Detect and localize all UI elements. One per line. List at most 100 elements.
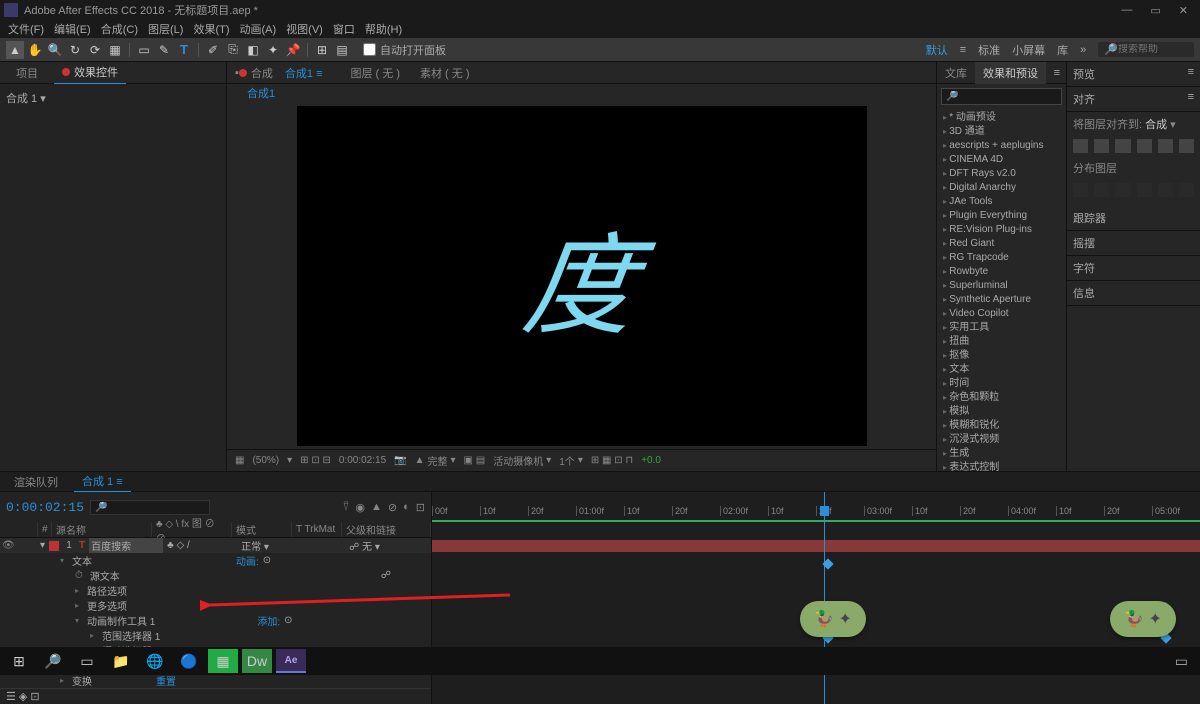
orbit-tool[interactable]: ↻ <box>66 41 84 59</box>
effect-category[interactable]: Red Giant <box>939 237 1064 251</box>
workspace-lib[interactable]: 库 <box>1057 42 1068 58</box>
menu-comp[interactable]: 合成(C) <box>97 20 142 38</box>
effect-category[interactable]: 扭曲 <box>939 335 1064 349</box>
taskview-button[interactable]: ▭ <box>72 649 102 673</box>
parent-dropdown[interactable]: 无 <box>362 542 372 553</box>
grid-tool[interactable]: ▤ <box>333 41 351 59</box>
selection-tool[interactable]: ▲ <box>6 41 24 59</box>
layer-name[interactable]: 百度搜索 <box>89 538 163 553</box>
maximize-button[interactable]: ▭ <box>1150 4 1160 17</box>
rotate-tool[interactable]: ⟳ <box>86 41 104 59</box>
tl-icon[interactable]: ⊘ <box>388 501 397 514</box>
current-timecode[interactable]: 0:00:02:15 <box>6 500 84 515</box>
menu-layer[interactable]: 图层(L) <box>144 20 187 38</box>
effect-category[interactable]: 模拟 <box>939 405 1064 419</box>
effect-category[interactable]: 表达式控制 <box>939 461 1064 471</box>
prop-path-options[interactable]: ▸路径选项 <box>0 583 431 598</box>
effect-category[interactable]: 文本 <box>939 363 1064 377</box>
workspace-default[interactable]: 默认 <box>926 42 948 58</box>
type-tool[interactable]: T <box>175 41 193 59</box>
character-panel-header[interactable]: 字符 <box>1073 260 1095 276</box>
preview-tab[interactable]: 预览 <box>1073 66 1095 82</box>
tl-icon[interactable]: ⊡ <box>416 501 425 514</box>
effect-controls-tab[interactable]: 效果控件 <box>54 61 126 85</box>
workspace-small[interactable]: 小屏幕 <box>1012 42 1045 58</box>
menu-help[interactable]: 帮助(H) <box>361 20 406 38</box>
camera-tool[interactable]: ▦ <box>106 41 124 59</box>
effect-category[interactable]: 抠像 <box>939 349 1064 363</box>
effect-category[interactable]: 3D 通道 <box>939 125 1064 139</box>
pen-tool[interactable]: ✎ <box>155 41 173 59</box>
app-icon[interactable]: ▦ <box>208 649 238 673</box>
app-icon[interactable]: 🔵 <box>174 649 204 673</box>
roto-tool[interactable]: ✦ <box>264 41 282 59</box>
comp-tab[interactable]: 合成1 ≡ <box>277 62 331 84</box>
panel-menu-icon[interactable]: ≡ <box>1054 67 1066 79</box>
prop-range-selector[interactable]: ▸范围选择器 1 <box>0 628 431 643</box>
layer-row[interactable]: 👁 ▾ 1 T 百度搜索 ♣ ◇ / 正常 ▾ ☍ 无 ▾ <box>0 538 431 553</box>
views-dropdown[interactable]: 1个 ▾ <box>559 453 583 468</box>
effect-category[interactable]: Plugin Everything <box>939 209 1064 223</box>
workspace-more[interactable]: » <box>1080 44 1086 56</box>
snap-tool[interactable]: ⊞ <box>313 41 331 59</box>
app-icon[interactable]: 🌐 <box>140 649 170 673</box>
effect-category[interactable]: RE:Vision Plug-ins <box>939 223 1064 237</box>
help-search-input[interactable] <box>1118 44 1188 55</box>
tl-icon[interactable]: ◉ <box>355 501 365 514</box>
explorer-icon[interactable]: 📁 <box>106 649 136 673</box>
effect-category[interactable]: Video Copilot <box>939 307 1064 321</box>
effect-category[interactable]: 时间 <box>939 377 1064 391</box>
autoopen-checkbox[interactable] <box>363 43 376 56</box>
prop-text[interactable]: ▾文本动画: ⊙ <box>0 553 431 568</box>
align-buttons[interactable] <box>1067 136 1200 156</box>
footage-tab[interactable]: 素材 ( 无 ) <box>420 65 470 81</box>
wiggle-panel-header[interactable]: 摇摆 <box>1073 235 1095 251</box>
app-icon[interactable]: Dw <box>242 649 272 673</box>
render-queue-tab[interactable]: 渲染队列 <box>6 472 66 492</box>
effects-presets-tab[interactable]: 效果和预设 <box>975 62 1046 84</box>
mag-icon[interactable]: ▦ <box>235 455 244 466</box>
effect-category[interactable]: Synthetic Aperture <box>939 293 1064 307</box>
tracker-panel-header[interactable]: 跟踪器 <box>1073 210 1106 226</box>
prop-source-text[interactable]: ⏱源文本☍ <box>0 568 431 583</box>
timeline-comp-tab[interactable]: 合成 1 ≡ <box>74 471 131 493</box>
menu-window[interactable]: 窗口 <box>329 20 359 38</box>
comp-breadcrumb[interactable]: 合成1 <box>247 85 275 101</box>
search-button[interactable]: 🔎 <box>38 649 68 673</box>
close-button[interactable]: ✕ <box>1179 4 1188 17</box>
canvas[interactable]: 度 <box>297 106 867 446</box>
effect-category[interactable]: Rowbyte <box>939 265 1064 279</box>
tl-icon[interactable]: ▲ <box>371 501 382 514</box>
puppet-tool[interactable]: 📌 <box>284 41 302 59</box>
after-effects-taskbar-icon[interactable]: Ae <box>276 649 306 673</box>
effect-category[interactable]: RG Trapcode <box>939 251 1064 265</box>
effect-category[interactable]: 杂色和颗粒 <box>939 391 1064 405</box>
minimize-button[interactable]: — <box>1121 4 1132 17</box>
effect-category[interactable]: aescripts + aeplugins <box>939 139 1064 153</box>
align-to-dropdown[interactable]: 合成 <box>1145 119 1167 131</box>
effect-category[interactable]: 沉浸式视频 <box>939 433 1064 447</box>
library-tab[interactable]: 文库 <box>937 62 975 84</box>
workspace-standard[interactable]: 标准 <box>978 42 1000 58</box>
label-color[interactable] <box>49 541 59 551</box>
footer-tc[interactable]: 0:00:02:15 <box>339 455 386 466</box>
camera-dropdown[interactable]: 活动摄像机 ▾ <box>493 453 551 468</box>
menu-edit[interactable]: 编辑(E) <box>50 20 95 38</box>
effect-category[interactable]: 实用工具 <box>939 321 1064 335</box>
effect-category[interactable]: DFT Rays v2.0 <box>939 167 1064 181</box>
effects-search-input[interactable] <box>941 88 1062 105</box>
project-tab[interactable]: 项目 <box>8 62 46 84</box>
timeline-search-input[interactable] <box>90 500 210 515</box>
menu-file[interactable]: 文件(F) <box>4 20 48 38</box>
panel-menu-icon[interactable]: ≡ <box>1188 66 1194 82</box>
toggle-switches-button[interactable]: ☰ ◈ ⊡ <box>6 690 40 703</box>
layer-tab[interactable]: 图层 ( 无 ) <box>351 65 401 81</box>
prop-animator[interactable]: ▾动画制作工具 1添加: ⊙ <box>0 613 431 628</box>
effects-list[interactable]: * 动画预设3D 通道aescripts + aepluginsCINEMA 4… <box>937 109 1066 471</box>
effect-category[interactable]: * 动画预设 <box>939 111 1064 125</box>
start-button[interactable]: ⊞ <box>4 649 34 673</box>
zoom-tool[interactable]: 🔍 <box>46 41 64 59</box>
clone-tool[interactable]: ⎘ <box>224 41 242 59</box>
prop-transform[interactable]: ▸变换重置 <box>0 673 431 688</box>
tl-icon[interactable]: ◐ <box>403 501 410 514</box>
